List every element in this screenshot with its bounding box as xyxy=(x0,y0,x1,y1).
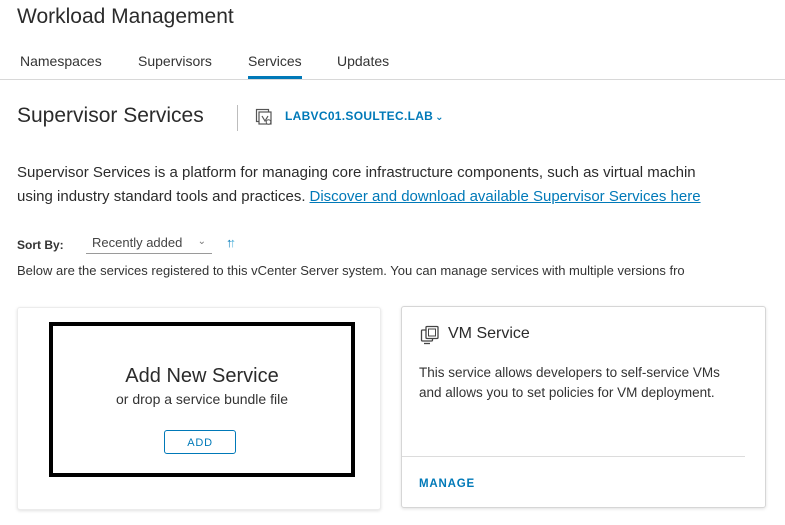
sort-direction-icon[interactable]: ↑↑ xyxy=(226,235,236,250)
vcenter-selector-label: LABVC01.SOULTEC.LAB xyxy=(285,109,434,123)
intro-line-2: using industry standard tools and practi… xyxy=(17,185,785,209)
add-service-card[interactable]: Add New Service or drop a service bundle… xyxy=(17,307,381,510)
tab-bar: Namespaces Supervisors Services Updates xyxy=(0,44,785,80)
vcenter-selector[interactable]: LABVC01.SOULTEC.LAB ⌄ xyxy=(285,109,444,123)
drop-zone[interactable]: Add New Service or drop a service bundle… xyxy=(49,322,355,477)
tab-updates[interactable]: Updates xyxy=(337,44,389,79)
add-service-subtitle: or drop a service bundle file xyxy=(116,391,288,407)
intro-line-2-text: using industry standard tools and practi… xyxy=(17,188,306,205)
sort-select[interactable]: Recently added ⌄ xyxy=(86,230,212,254)
manage-link[interactable]: MANAGE xyxy=(419,478,475,490)
tab-supervisors[interactable]: Supervisors xyxy=(138,44,212,79)
sort-label: Sort By: xyxy=(17,238,64,252)
chevron-down-icon: ⌄ xyxy=(197,236,206,247)
vm-service-card: VM Service This service allows developer… xyxy=(401,306,766,508)
page-title: Workload Management xyxy=(17,5,234,28)
add-button[interactable]: ADD xyxy=(164,430,236,454)
tab-services[interactable]: Services xyxy=(248,44,302,79)
services-description: Below are the services registered to thi… xyxy=(17,263,685,278)
vm-service-title: VM Service xyxy=(448,325,530,342)
card-divider xyxy=(402,456,745,457)
sort-select-value: Recently added xyxy=(92,235,183,250)
intro-text: Supervisor Services is a platform for ma… xyxy=(17,161,785,209)
add-service-title: Add New Service xyxy=(125,365,279,387)
intro-line-1: Supervisor Services is a platform for ma… xyxy=(17,164,696,181)
vm-service-description: This service allows developers to self-s… xyxy=(419,365,720,400)
chevron-down-icon: ⌄ xyxy=(435,112,444,123)
section-title: Supervisor Services xyxy=(17,104,204,127)
vcenter-icon xyxy=(255,108,273,126)
tab-namespaces[interactable]: Namespaces xyxy=(20,44,102,79)
title-divider xyxy=(237,105,238,131)
discover-services-link[interactable]: Discover and download available Supervis… xyxy=(310,188,701,205)
vm-service-icon xyxy=(420,325,440,345)
